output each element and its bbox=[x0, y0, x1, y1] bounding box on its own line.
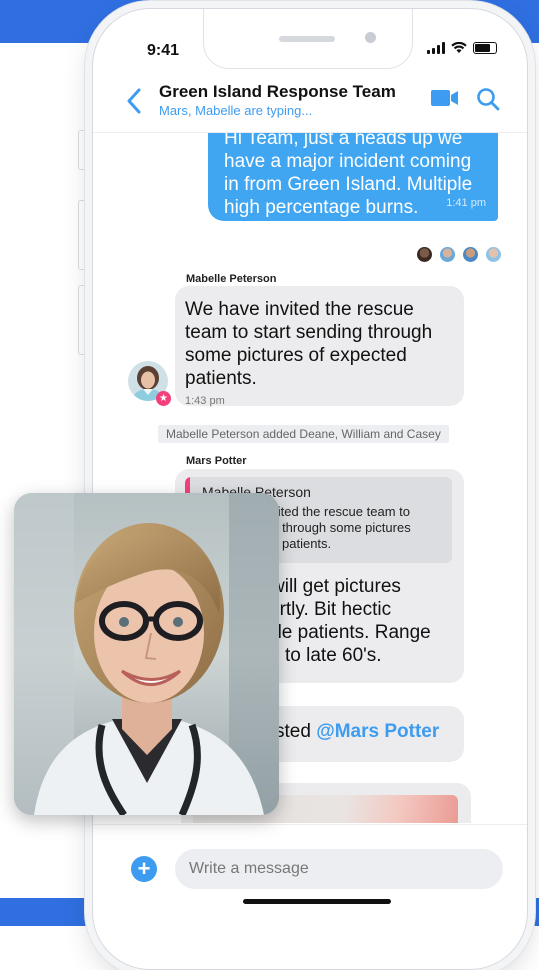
user-mention[interactable]: @Mars Potter bbox=[316, 721, 439, 742]
message-text: sted bbox=[275, 721, 311, 742]
phone-notch bbox=[203, 9, 413, 69]
video-call-icon[interactable] bbox=[431, 89, 459, 107]
read-avatar bbox=[417, 247, 432, 262]
message-time: 1:41 pm bbox=[446, 197, 486, 209]
signal-icon bbox=[427, 42, 445, 54]
message-line: some pictures of expected bbox=[185, 345, 407, 366]
message-line: in from Green Island. Multiple bbox=[224, 174, 473, 195]
back-arrow-icon[interactable] bbox=[123, 86, 145, 116]
speaker-grille bbox=[279, 36, 335, 42]
read-avatar bbox=[486, 247, 501, 262]
front-camera bbox=[365, 32, 376, 43]
outgoing-message[interactable]: Hi Team, just a heads up we have a major… bbox=[208, 133, 498, 221]
read-avatar bbox=[440, 247, 455, 262]
chat-title: Green Island Response Team bbox=[159, 82, 396, 101]
sender-name: Mabelle Peterson bbox=[186, 273, 277, 285]
sender-name: Mars Potter bbox=[186, 455, 247, 467]
typing-indicator: Mars, Mabelle are typing... bbox=[159, 103, 313, 118]
home-indicator bbox=[243, 899, 391, 904]
message-time: 1:43 pm bbox=[185, 395, 225, 407]
message-line: to late 60's. bbox=[285, 645, 382, 666]
message-line: high percentage burns. bbox=[224, 197, 419, 218]
message-input[interactable]: Write a message bbox=[175, 849, 503, 889]
message-line: have a major incident coming bbox=[224, 151, 472, 172]
phone-frame: 9:41 Green Island Response Team Mars, Ma… bbox=[92, 8, 528, 970]
search-icon[interactable] bbox=[476, 87, 500, 111]
message-line: ortly. Bit hectic bbox=[269, 599, 392, 620]
wifi-icon bbox=[451, 42, 467, 53]
message-line: team to start sending through bbox=[185, 322, 433, 343]
message-line: Hi Team, just a heads up we bbox=[224, 133, 463, 149]
caller-video-feed bbox=[14, 493, 279, 815]
system-message: Mabelle Peterson added Deane, William an… bbox=[158, 425, 449, 443]
chat-header: Green Island Response Team Mars, Mabelle… bbox=[93, 74, 527, 133]
status-icons bbox=[427, 42, 497, 54]
video-call-preview[interactable] bbox=[14, 493, 279, 815]
message-line: We have invited the rescue bbox=[185, 299, 414, 320]
add-attachment-button[interactable]: + bbox=[131, 856, 157, 882]
message-body: will get pictures ortly. Bit hectic ole … bbox=[267, 575, 431, 667]
message-line: ole patients. Range bbox=[267, 622, 431, 643]
read-receipts bbox=[417, 247, 501, 262]
battery-icon bbox=[473, 42, 497, 54]
message-line: will get pictures bbox=[271, 576, 401, 597]
message-line: patients. bbox=[185, 368, 257, 389]
star-icon: ★ bbox=[156, 391, 171, 406]
read-avatar bbox=[463, 247, 478, 262]
message-body: sted @Mars Potter bbox=[275, 720, 439, 743]
status-time: 9:41 bbox=[147, 42, 180, 59]
incoming-message[interactable]: We have invited the rescue team to start… bbox=[175, 286, 464, 407]
message-composer: + Write a message bbox=[93, 824, 527, 905]
